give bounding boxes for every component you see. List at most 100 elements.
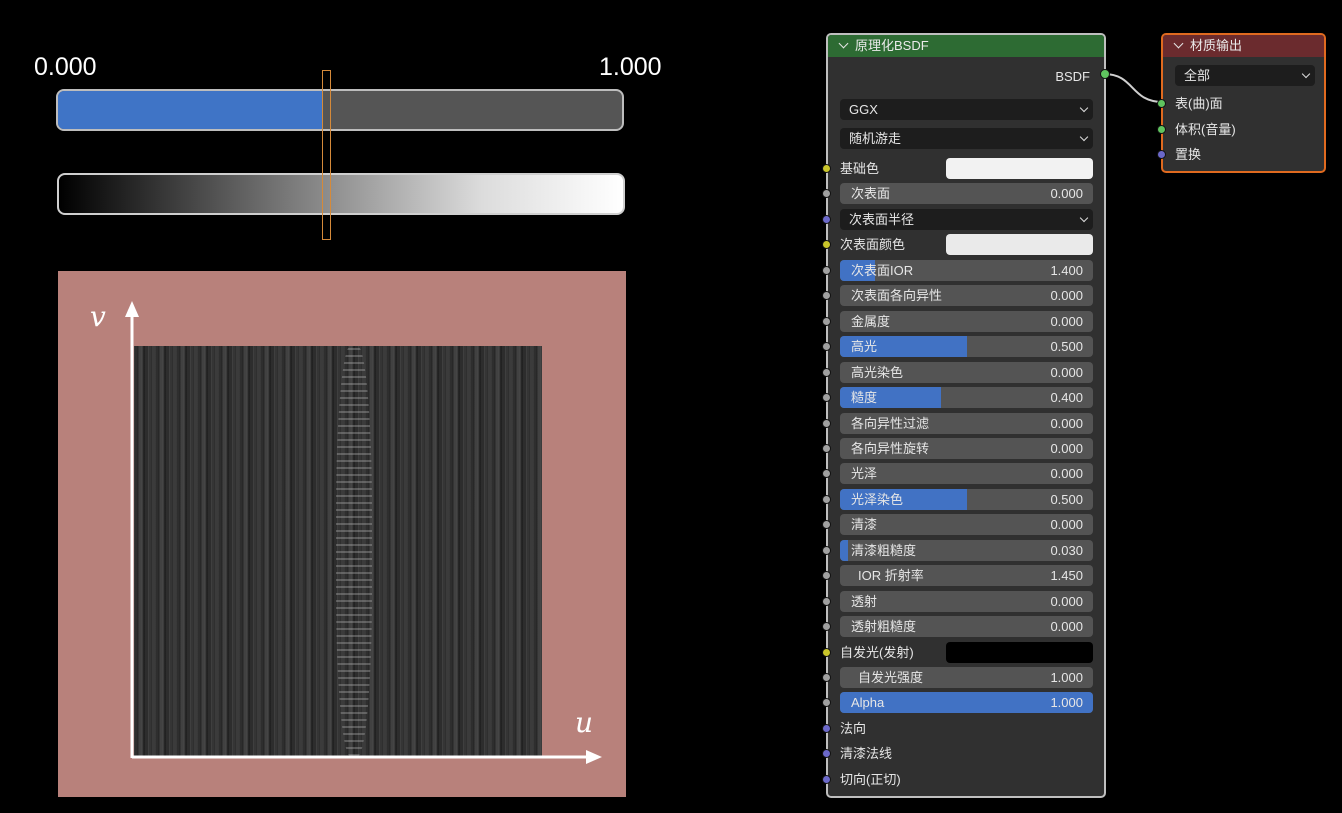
value-field[interactable]: 清漆粗糙度 0.030 [840, 540, 1093, 561]
input-socket[interactable] [822, 215, 831, 224]
collapse-chevron-icon[interactable] [1173, 38, 1184, 49]
field-label: 次表面IOR [851, 263, 914, 278]
value-field[interactable]: 次表面各向异性 0.000 [840, 285, 1093, 306]
color-swatch[interactable] [946, 642, 1093, 663]
input-socket[interactable] [822, 444, 831, 453]
input-socket[interactable] [822, 520, 831, 529]
field-value: 0.400 [1050, 390, 1083, 405]
u-axis-label: u [575, 706, 594, 739]
value-slider-bar [56, 89, 624, 131]
input-socket[interactable] [1157, 124, 1166, 134]
field-value: 0.500 [1050, 339, 1083, 354]
value-field[interactable]: 光泽 0.000 [840, 463, 1093, 484]
input-socket[interactable] [822, 266, 831, 275]
input-socket[interactable] [1157, 150, 1166, 159]
field-label: Alpha [851, 695, 885, 710]
input-socket[interactable] [822, 648, 831, 657]
value-fill [840, 540, 848, 561]
value-field[interactable]: 透射 0.000 [840, 591, 1093, 612]
bsdf-node-header[interactable]: 原理化BSDF [828, 35, 1104, 57]
value-field[interactable]: 次表面IOR 1.400 [840, 260, 1093, 281]
vector-input-label: 切向(正切) [840, 772, 901, 787]
material-output-node[interactable]: 材质输出 全部 表(曲)面 体积(音量) 置换 [1157, 33, 1326, 173]
input-socket[interactable] [822, 597, 831, 606]
field-label: 高光 [851, 339, 878, 354]
bsdf-output-label: BSDF [1055, 69, 1090, 84]
value-field[interactable]: 高光 0.500 [840, 336, 1093, 357]
input-socket[interactable] [1157, 99, 1166, 108]
field-value: 0.000 [1050, 288, 1083, 303]
collapse-chevron-icon[interactable] [838, 38, 849, 49]
chevron-down-icon [1079, 132, 1089, 142]
field-label: 金属度 [851, 314, 891, 329]
input-socket[interactable] [822, 240, 831, 249]
input-socket[interactable] [822, 749, 831, 758]
field-value: 1.400 [1050, 263, 1083, 278]
value-field[interactable]: 金属度 0.000 [840, 311, 1093, 332]
input-socket[interactable] [822, 164, 831, 173]
field-value: 0.000 [1050, 186, 1083, 201]
principled-bsdf-node[interactable]: 原理化BSDF BSDF GGX 随机游走 基础色 次表面 0.000 次表面半径 次表… [822, 33, 1106, 798]
output-target-value: 全部 [1184, 68, 1211, 83]
input-socket[interactable] [822, 495, 831, 504]
input-socket[interactable] [822, 342, 831, 351]
vector-dropdown[interactable]: 次表面半径 [840, 209, 1093, 230]
bsdf-node-title: 原理化BSDF [855, 38, 929, 53]
value-slider-fill [58, 91, 324, 129]
input-socket[interactable] [822, 546, 831, 555]
color-input-label: 次表面颜色 [840, 237, 906, 252]
color-swatch[interactable] [946, 234, 1093, 255]
value-field[interactable]: 光泽染色 0.500 [840, 489, 1093, 510]
distribution-dropdown[interactable]: GGX [840, 99, 1093, 120]
field-label: 次表面各向异性 [851, 288, 943, 303]
bsdf-output-socket[interactable] [1100, 69, 1110, 79]
output-target-dropdown[interactable]: 全部 [1175, 65, 1315, 86]
v-axis-arrowhead [125, 301, 139, 317]
vector-input-label: 清漆法线 [840, 746, 893, 761]
value-field[interactable]: 透射粗糙度 0.000 [840, 616, 1093, 637]
field-label: 清漆 [851, 517, 878, 532]
input-socket[interactable] [822, 317, 831, 326]
input-socket[interactable] [822, 291, 831, 300]
value-field[interactable]: 自发光强度 1.000 [840, 667, 1093, 688]
value-field[interactable]: 次表面 0.000 [840, 183, 1093, 204]
field-label: 糙度 [851, 390, 878, 405]
output-node-header[interactable]: 材质输出 [1163, 35, 1324, 57]
input-socket[interactable] [822, 724, 831, 733]
field-value: 0.000 [1050, 466, 1083, 481]
value-field[interactable]: 各向异性过滤 0.000 [840, 413, 1093, 434]
color-input-label: 基础色 [840, 161, 880, 176]
input-socket[interactable] [822, 419, 831, 428]
value-field[interactable]: IOR 折射率 1.450 [840, 565, 1093, 586]
input-socket[interactable] [822, 775, 831, 784]
value-field[interactable]: Alpha 1.000 [840, 692, 1093, 713]
field-label: 各向异性旋转 [851, 441, 930, 456]
color-swatch[interactable] [946, 158, 1093, 179]
value-field[interactable]: 各向异性旋转 0.000 [840, 438, 1093, 459]
field-label: 各向异性过滤 [851, 416, 930, 431]
field-label: 自发光强度 [858, 670, 924, 685]
input-socket[interactable] [822, 368, 831, 377]
input-socket[interactable] [822, 469, 831, 478]
field-label: 光泽染色 [851, 492, 904, 507]
value-field[interactable]: 清漆 0.000 [840, 514, 1093, 535]
subsurface-method-dropdown[interactable]: 随机游走 [840, 128, 1093, 149]
field-value: 0.030 [1050, 543, 1083, 558]
chevron-down-icon [1079, 103, 1089, 113]
value-field[interactable]: 糙度 0.400 [840, 387, 1093, 408]
input-socket[interactable] [822, 673, 831, 682]
field-value: 1.000 [1050, 670, 1083, 685]
input-socket[interactable] [822, 622, 831, 631]
field-label: 次表面 [851, 186, 891, 201]
vector-input-label: 法向 [840, 721, 867, 736]
field-value: 0.500 [1050, 492, 1083, 507]
input-socket[interactable] [822, 189, 831, 198]
value-field[interactable]: 高光染色 0.000 [840, 362, 1093, 383]
value-marker [322, 70, 331, 240]
output-node-title: 材质输出 [1190, 38, 1243, 53]
field-value: 0.000 [1050, 517, 1083, 532]
field-value: 1.000 [1050, 695, 1083, 710]
input-socket[interactable] [822, 393, 831, 402]
input-socket[interactable] [822, 698, 831, 707]
input-socket[interactable] [822, 571, 831, 580]
